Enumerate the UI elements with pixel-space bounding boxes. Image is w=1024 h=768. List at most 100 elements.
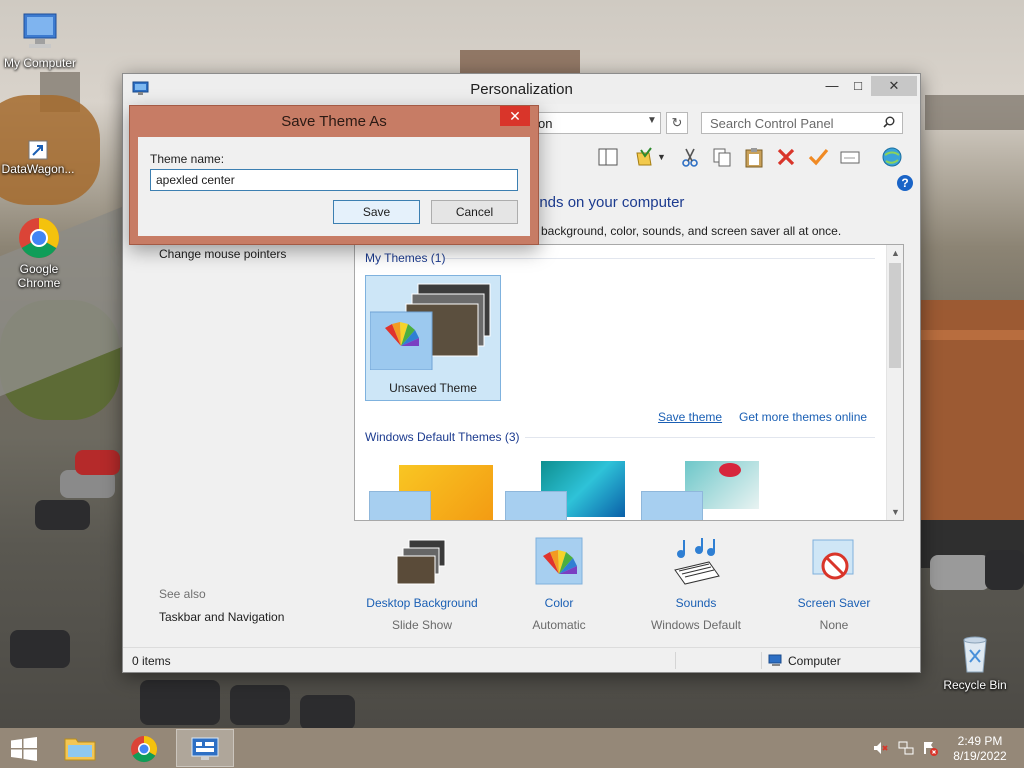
start-button[interactable]	[10, 737, 38, 761]
option-subtitle: Slide Show	[391, 618, 453, 632]
desktop-icon-label: Google Chrome	[17, 262, 61, 290]
section-divider	[525, 437, 875, 438]
dialog-close-button[interactable]: ✕	[500, 106, 530, 126]
theme-label: Unsaved Theme	[389, 381, 477, 395]
address-text: on	[538, 116, 553, 131]
chrome-icon	[19, 218, 59, 258]
volume-muted-icon[interactable]	[872, 740, 888, 756]
taskbar-chrome[interactable]	[116, 729, 174, 767]
desktop-icon-datawagon[interactable]: DataWagon...	[0, 140, 78, 176]
taskbar-control-panel[interactable]	[176, 729, 234, 767]
status-item-count: 0 items	[132, 654, 171, 668]
delete-icon[interactable]	[775, 146, 797, 168]
screen-saver-option[interactable]: Screen Saver None	[769, 536, 899, 632]
theme-tile-windows[interactable]	[369, 461, 493, 520]
refresh-button[interactable]: ↻	[666, 112, 688, 134]
page-heading: unds on your computer	[531, 194, 685, 211]
network-icon[interactable]	[898, 740, 914, 756]
status-bar: 0 items Computer	[123, 647, 920, 672]
page-subheading: p background, color, sounds, and screen …	[531, 224, 842, 238]
action-center-icon[interactable]	[922, 740, 938, 756]
paste-icon[interactable]	[743, 146, 765, 168]
layout-icon[interactable]	[597, 146, 619, 168]
option-subtitle: Windows Default	[650, 618, 742, 632]
section-divider	[445, 258, 875, 259]
recycle-bin-icon	[963, 636, 987, 673]
flower-accent	[719, 463, 741, 477]
scroll-thumb[interactable]	[889, 263, 901, 368]
desktop-icon-label: DataWagon...	[1, 162, 75, 176]
save-theme-link[interactable]: Save theme	[658, 410, 722, 424]
save-theme-dialog: Save Theme As ✕ Theme name: Save Cancel	[129, 105, 539, 245]
close-icon: ✕	[509, 108, 521, 124]
theme-tile-flowers[interactable]	[641, 461, 765, 520]
desktop-icon-recycle-bin[interactable]: Recycle Bin	[935, 632, 1015, 692]
themes-list: My Themes (1) Unsaved Theme Save theme G…	[354, 244, 904, 521]
refresh-icon: ↻	[671, 115, 683, 130]
sounds-option[interactable]: Sounds Windows Default	[631, 536, 761, 632]
status-divider	[675, 652, 676, 669]
properties-dropdown-icon[interactable]: ▼	[657, 146, 679, 168]
globe-icon[interactable]	[881, 146, 903, 168]
properties-icon[interactable]	[633, 146, 655, 168]
unsaved-theme-preview	[370, 283, 491, 370]
minimize-button[interactable]: —	[819, 76, 845, 96]
my-themes-title: My Themes (1)	[365, 251, 446, 265]
copy-icon[interactable]	[711, 146, 733, 168]
desktop-icon-google-chrome[interactable]: Google Chrome	[0, 216, 79, 290]
folder-icon	[64, 738, 96, 761]
option-subtitle: None	[819, 618, 849, 632]
option-subtitle: Automatic	[532, 618, 586, 632]
screen-saver-icon	[812, 539, 854, 580]
taskbar-file-explorer[interactable]	[52, 729, 110, 767]
theme-tile-lines[interactable]	[505, 461, 629, 520]
control-panel-icon	[191, 737, 219, 760]
desktop-icon-my-computer[interactable]: My Computer	[0, 10, 80, 70]
taskbar-navigation-link[interactable]: Taskbar and Navigation	[159, 610, 284, 624]
address-bar[interactable]: on	[531, 112, 661, 134]
desktop-icon-label: Recycle Bin	[943, 678, 1007, 692]
window-titlebar[interactable]: Personalization — □ ✕	[123, 74, 920, 104]
search-input[interactable]: Search Control Panel	[701, 112, 903, 134]
option-title: Screen Saver	[797, 596, 871, 610]
clock-time: 2:49 PM	[957, 734, 1003, 748]
search-icon	[883, 116, 895, 128]
maximize-button[interactable]: □	[845, 76, 871, 96]
clock-date: 8/19/2022	[953, 749, 1007, 763]
get-more-themes-link[interactable]: Get more themes online	[739, 410, 867, 424]
window-title: Personalization	[470, 81, 573, 98]
scroll-up-icon[interactable]: ▲	[887, 245, 903, 261]
dialog-body: Theme name: Save Cancel	[138, 137, 530, 236]
toolbar: ▼	[531, 144, 916, 172]
option-title: Color	[544, 596, 574, 610]
window-close-button[interactable]: ✕	[871, 76, 917, 96]
address-dropdown-icon[interactable]: ▼	[647, 115, 657, 126]
taskbar-clock[interactable]: 2:49 PM 8/19/2022	[950, 734, 1010, 764]
desktop-icon-label: My Computer	[3, 56, 77, 70]
save-button[interactable]: Save	[333, 200, 420, 224]
default-themes-title: Windows Default Themes (3)	[365, 430, 520, 444]
cancel-button[interactable]: Cancel	[431, 200, 518, 224]
computer-icon	[768, 654, 782, 666]
change-mouse-pointers-link[interactable]: Change mouse pointers	[159, 247, 286, 261]
themes-scrollbar[interactable]: ▲ ▼	[886, 245, 903, 520]
scroll-down-icon[interactable]: ▼	[887, 504, 903, 520]
color-fan-icon	[505, 491, 567, 520]
theme-name-label: Theme name:	[150, 152, 225, 166]
checkmark-icon[interactable]	[807, 146, 829, 168]
color-option[interactable]: Color Automatic	[494, 536, 624, 632]
search-placeholder: Search Control Panel	[710, 116, 834, 131]
theme-name-input[interactable]	[150, 169, 518, 191]
theme-tile-unsaved[interactable]: Unsaved Theme	[365, 275, 501, 401]
status-location: Computer	[788, 654, 841, 668]
sounds-icon	[674, 538, 720, 585]
rename-icon[interactable]	[839, 146, 861, 168]
help-icon[interactable]: ?	[897, 175, 913, 191]
cut-icon[interactable]	[679, 146, 701, 168]
computer-icon	[23, 13, 57, 48]
desktop-background-option[interactable]: Desktop Background Slide Show	[357, 536, 487, 632]
desktop-background-icon	[396, 539, 446, 585]
color-fan-icon	[369, 491, 431, 520]
dialog-title: Save Theme As	[281, 113, 387, 130]
color-icon	[535, 537, 583, 585]
